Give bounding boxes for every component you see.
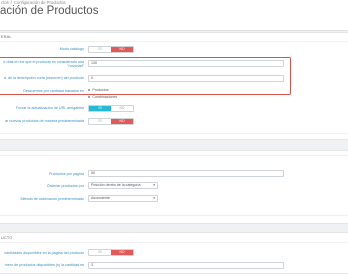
show-qty-toggle[interactable]: SÍ NO [88, 249, 134, 256]
order-method-label: Método de ordenación predeterminado [20, 197, 84, 201]
catalog-mode-label: Modo catálogo [59, 47, 84, 51]
page-title: ación de Productos [0, 5, 99, 17]
highlight-box [0, 57, 291, 95]
panel-heading: UCTO [1, 236, 13, 240]
catalog-mode-toggle[interactable]: SÍ NO [88, 46, 134, 53]
toggle-no[interactable]: NO [111, 106, 133, 111]
friendly-url-label: Forzar la actualización de URL amigables [15, 106, 84, 110]
panel-heading: ERAL [1, 35, 12, 39]
toggle-yes[interactable]: SÍ [89, 106, 111, 111]
per-page-label: Productos por página [48, 172, 84, 176]
order-by-select[interactable]: Posición dentro de la categoría ▾ [88, 182, 158, 189]
toggle-no[interactable]: NO [111, 47, 133, 52]
order-by-value: Posición dentro de la categoría [91, 183, 141, 187]
order-method-select[interactable]: Ascendente ▾ [88, 195, 158, 202]
page-header: ctos / Configuración de Productos ación de… [0, 0, 348, 31]
chevron-down-icon: ▾ [153, 196, 155, 200]
new-default-label: ar nuevos productos de manera predetermi… [5, 119, 84, 123]
order-method-value: Ascendente [91, 196, 110, 200]
low-stock-label: mero de productos disponibles (s) la can… [4, 263, 84, 267]
panel-footer-divider [0, 133, 348, 134]
toggle-no[interactable]: NO [111, 250, 133, 255]
panel-divider [0, 155, 348, 156]
toggle-yes[interactable]: SÍ [89, 119, 111, 124]
radio-unchecked-icon [88, 95, 91, 99]
order-by-label: Ordenar productos por [46, 184, 84, 188]
new-default-toggle[interactable]: SÍ NO [88, 118, 134, 125]
panel-divider [0, 41, 348, 42]
toggle-yes[interactable]: SÍ [89, 47, 111, 52]
pagination-panel: Productos por página 50 Ordenar producto… [0, 150, 348, 224]
panel-divider [0, 242, 348, 243]
panel-footer-divider [0, 215, 348, 216]
toggle-yes[interactable]: SÍ [89, 250, 111, 255]
radio-combinations-label: Combinaciones [92, 95, 118, 99]
toggle-no[interactable]: NO [111, 119, 133, 124]
show-qty-label: cantidades disponibles en la página del … [4, 251, 84, 255]
radio-combinations[interactable]: Combinaciones [88, 95, 117, 99]
per-page-input[interactable]: 50 [88, 170, 284, 177]
friendly-url-toggle[interactable]: SÍ NO [88, 105, 134, 112]
chevron-down-icon: ▾ [153, 183, 155, 187]
